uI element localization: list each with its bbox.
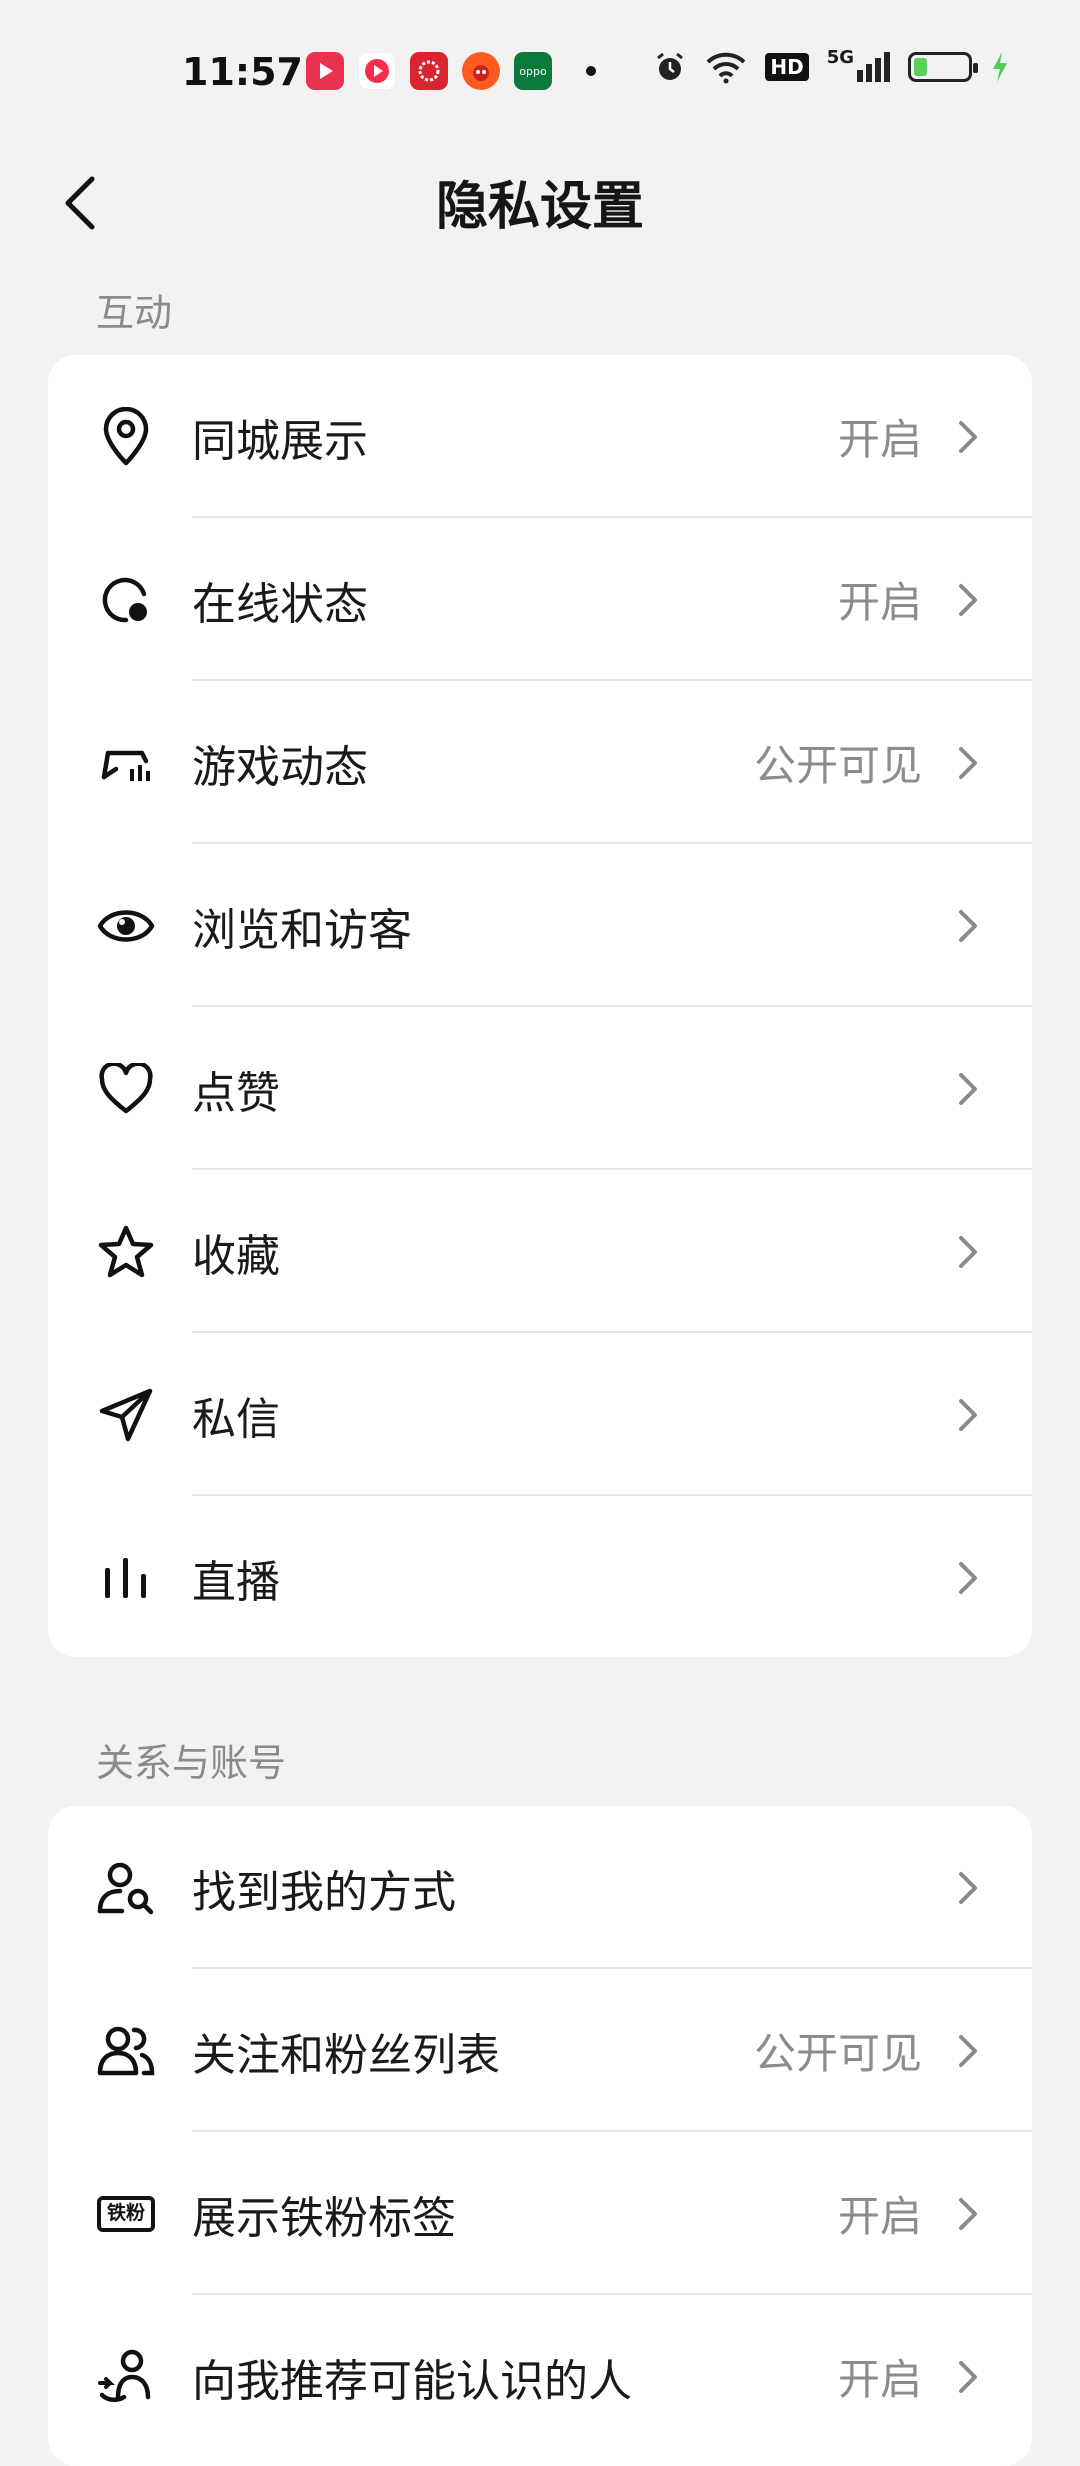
status-time: 11:57 xyxy=(182,50,303,94)
setting-label: 在线状态 xyxy=(192,578,368,630)
oppo-app-label: oppo xyxy=(519,64,547,78)
setting-row-recommend-people[interactable]: 向我推荐可能认识的人 开启 xyxy=(48,2295,1032,2458)
setting-row-views-visitors[interactable]: 浏览和访客 xyxy=(48,844,1032,1007)
section-label-relations: 关系与账号 xyxy=(96,1741,287,1785)
setting-label: 点赞 xyxy=(192,1067,280,1119)
page-title: 隐私设置 xyxy=(435,177,644,237)
setting-row-game-activity[interactable]: 游戏动态 公开可见 xyxy=(48,681,1032,844)
setting-value: 公开可见 xyxy=(753,2029,922,2078)
heart-icon xyxy=(96,1059,156,1119)
status-bar: 11:57 oppo HD 5G xyxy=(0,0,1080,140)
game-controller-icon xyxy=(96,733,156,793)
chevron-right-icon xyxy=(954,2031,982,2071)
setting-label: 展示铁粉标签 xyxy=(192,2192,456,2244)
battery-icon xyxy=(908,52,978,82)
setting-label: 直播 xyxy=(192,1556,280,1608)
video-app-icon xyxy=(306,52,344,90)
system-icons: HD 5G xyxy=(653,47,1010,84)
alarm-icon xyxy=(657,52,684,80)
setting-row-online-status[interactable]: 在线状态 开启 xyxy=(48,518,1032,681)
recommend-person-icon xyxy=(96,2347,156,2407)
section-label-interaction: 互动 xyxy=(96,291,173,335)
location-pin-icon xyxy=(96,406,156,467)
oppo-app-icon: oppo xyxy=(514,52,552,90)
setting-label: 私信 xyxy=(192,1393,280,1445)
live-bars-icon xyxy=(96,1548,156,1608)
setting-label: 找到我的方式 xyxy=(192,1866,456,1918)
find-person-icon xyxy=(96,1858,156,1918)
chevron-right-icon xyxy=(954,906,982,946)
setting-row-fan-badge[interactable]: 铁粉 展示铁粉标签 开启 xyxy=(48,2132,1032,2295)
send-icon xyxy=(96,1385,156,1445)
setting-label: 浏览和访客 xyxy=(192,904,412,956)
fan-badge-text: 铁粉 xyxy=(106,2202,145,2224)
setting-row-follow-list[interactable]: 关注和粉丝列表 公开可见 xyxy=(48,1969,1032,2132)
chevron-right-icon xyxy=(954,1868,982,1908)
setting-value: 公开可见 xyxy=(753,741,922,790)
interaction-card: 同城展示 开启 在线状态 开启 游戏动态 公开可见 浏览和访客 点赞 收藏 私信… xyxy=(48,355,1032,1657)
hd-badge: HD xyxy=(765,53,809,81)
eye-icon xyxy=(96,896,156,956)
gallery-app-icon xyxy=(410,52,448,90)
setting-label: 收藏 xyxy=(192,1230,280,1282)
setting-value: 开启 xyxy=(837,2192,922,2241)
setting-label: 向我推荐可能认识的人 xyxy=(192,2355,632,2407)
chevron-right-icon xyxy=(954,2357,982,2397)
setting-row-messages[interactable]: 私信 xyxy=(48,1333,1032,1496)
chevron-right-icon xyxy=(954,1232,982,1272)
setting-label: 同城展示 xyxy=(192,415,368,467)
notification-icons: oppo xyxy=(306,52,596,90)
mascot-app-icon xyxy=(462,52,500,90)
setting-label: 游戏动态 xyxy=(192,741,368,793)
relations-card: 找到我的方式 关注和粉丝列表 公开可见 铁粉 展示铁粉标签 开启 向我推荐可能认… xyxy=(48,1806,1032,2466)
chevron-right-icon xyxy=(954,417,982,457)
more-notifications-dot xyxy=(586,66,596,76)
setting-row-find-me[interactable]: 找到我的方式 xyxy=(48,1806,1032,1969)
followers-icon xyxy=(96,2021,156,2081)
wifi-icon xyxy=(706,52,746,84)
chevron-right-icon xyxy=(954,1069,982,1109)
setting-value: 开启 xyxy=(837,578,922,627)
setting-row-favorites[interactable]: 收藏 xyxy=(48,1170,1032,1333)
chevron-right-icon xyxy=(954,743,982,783)
setting-label: 关注和粉丝列表 xyxy=(192,2029,500,2081)
chevron-right-icon xyxy=(954,1395,982,1435)
setting-row-likes[interactable]: 点赞 xyxy=(48,1007,1032,1170)
chevron-right-icon xyxy=(954,2194,982,2234)
chevron-right-icon xyxy=(954,1558,982,1598)
setting-row-nearby[interactable]: 同城展示 开启 xyxy=(48,355,1032,518)
charging-icon xyxy=(993,52,1007,82)
setting-row-live[interactable]: 直播 xyxy=(48,1496,1032,1657)
star-icon xyxy=(96,1222,156,1282)
fan-badge-icon: 铁粉 xyxy=(96,2184,156,2244)
setting-value: 开启 xyxy=(837,415,922,464)
chevron-right-icon xyxy=(954,580,982,620)
navigation-bar: 隐私设置 xyxy=(0,140,1080,270)
online-status-icon xyxy=(96,570,156,630)
signal-5g-icon: 5G xyxy=(827,47,890,82)
setting-value: 开启 xyxy=(837,2355,922,2404)
play-app-icon xyxy=(358,52,396,90)
network-label: 5G xyxy=(826,47,854,68)
